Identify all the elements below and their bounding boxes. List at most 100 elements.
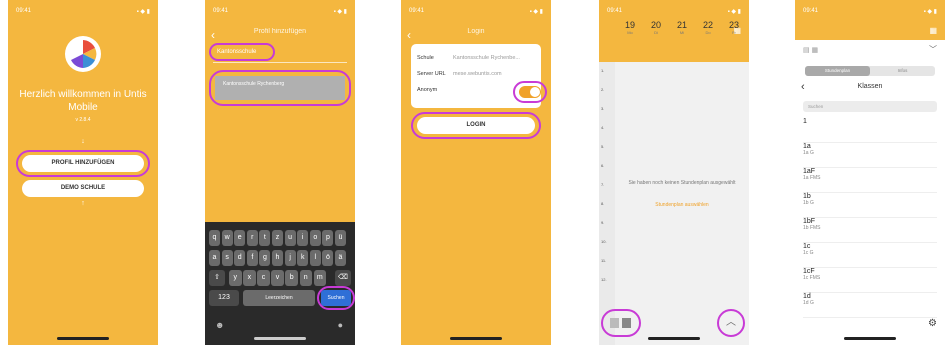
gear-icon[interactable]: ⚙ [928, 318, 937, 329]
space-key[interactable]: Leerzeichen [243, 290, 315, 306]
welcome-title: Herzlich willkommen in Untis Mobile [19, 89, 147, 113]
highlight-ring [717, 309, 745, 337]
untis-logo-icon [65, 36, 101, 72]
list-item[interactable]: 1 [803, 118, 937, 143]
keyboard-key[interactable]: e [234, 230, 246, 246]
keyboard-key[interactable]: f [246, 250, 258, 266]
hour-slot-label: 8. [601, 201, 605, 206]
home-indicator [254, 337, 306, 340]
list-item[interactable]: 1bF 1b FMS [803, 218, 937, 243]
segment-infos[interactable]: Infos [870, 66, 935, 76]
keyboard-key[interactable]: ü [335, 230, 346, 246]
highlight-ring [411, 112, 541, 139]
school-value: Kantonsschule Rychenbe... [453, 55, 520, 61]
list-item[interactable]: 1d 1d G [803, 293, 937, 318]
keyboard-key[interactable]: y [229, 270, 242, 286]
keyboard-key[interactable]: u [284, 230, 296, 246]
status-time: 09:41 [607, 8, 623, 14]
class-search-input[interactable]: Suchen [803, 101, 937, 112]
status-icons: ▪ ◆ ▮ [136, 9, 150, 15]
highlight-ring [601, 309, 641, 337]
keyboard-key[interactable]: r [246, 230, 258, 246]
empty-timetable-message: Sie haben noch keinen Stundenplan ausgew… [628, 180, 736, 186]
select-timetable-link[interactable]: Stundenplan auswählen [619, 202, 745, 208]
keyboard-key[interactable]: w [221, 230, 233, 246]
day-number: 23 [728, 20, 739, 30]
keyboard-key[interactable]: v [271, 270, 284, 286]
keyboard-key[interactable]: ö [322, 250, 334, 266]
home-indicator [57, 337, 109, 340]
list-item[interactable]: 1b 1b G [803, 193, 937, 218]
home-indicator [844, 337, 896, 340]
demo-school-button[interactable]: DEMO SCHULE [22, 180, 144, 197]
anonym-label: Anonym [417, 87, 438, 93]
list-item[interactable]: 1a 1a G [803, 143, 937, 168]
keyboard-key[interactable]: z [272, 230, 283, 246]
segment-timetable[interactable]: Stundenplan [805, 66, 870, 76]
list-item[interactable]: 1c 1c G [803, 243, 937, 268]
day-column-header[interactable]: 20 Di [645, 20, 667, 35]
server-value: mese.webuntis.com [453, 71, 502, 77]
keyboard-key[interactable]: k [297, 250, 309, 266]
numbers-key[interactable]: 123 [209, 290, 239, 306]
keyboard-key[interactable]: c [257, 270, 270, 286]
microphone-icon[interactable]: ● [338, 320, 343, 330]
chevron-down-icon[interactable]: ﹀ [929, 44, 937, 55]
keyboard-key[interactable]: h [272, 250, 283, 266]
shift-key-icon[interactable]: ⇧ [209, 270, 225, 286]
hour-slot-label: 9. [601, 220, 605, 225]
status-time: 09:41 [16, 8, 32, 14]
keyboard-key[interactable]: a [209, 250, 220, 266]
keyboard-key[interactable]: g [259, 250, 271, 266]
back-chevron-icon[interactable]: ‹ [407, 28, 411, 42]
back-chevron-icon[interactable]: ‹ [211, 28, 215, 42]
hour-slot-label: 11. [601, 258, 607, 263]
class-code: 1b [803, 193, 811, 200]
list-item[interactable]: 1cF 1c FMS [803, 268, 937, 293]
class-list-nav: ‹ Klassen [795, 81, 945, 94]
day-column-header[interactable]: 21 Mi [671, 20, 693, 35]
nav-title: Profil hinzufügen [253, 28, 307, 35]
emoji-icon[interactable]: ☻ [215, 320, 224, 330]
keyboard-key[interactable]: p [322, 230, 334, 246]
keyboard-key[interactable]: x [243, 270, 256, 286]
day-column-header[interactable]: 19 Mo [619, 20, 641, 35]
list-item[interactable]: 1aF 1a FMS [803, 168, 937, 193]
status-bar: 09:41 ▪ ◆ ▮ [213, 8, 347, 18]
calendar-icon[interactable]: ▦ [929, 26, 937, 35]
class-code: 1a [803, 143, 811, 150]
hour-slot-label: 2. [601, 87, 605, 92]
keyboard-key[interactable]: ä [335, 250, 346, 266]
day-column-header[interactable]: 23 Fr [723, 20, 745, 35]
phone-add-profile-screen: 09:41 ▪ ◆ ▮ Profil hinzufügen ‹ Kantonss… [205, 0, 355, 345]
keyboard-row-1: qwertzuiopü [209, 230, 351, 246]
keyboard-key[interactable]: n [299, 270, 312, 286]
status-time: 09:41 [803, 8, 819, 14]
keyboard-key[interactable]: o [309, 230, 321, 246]
keyboard-key[interactable]: t [259, 230, 271, 246]
class-name: 1a G [803, 150, 814, 156]
keyboard-key[interactable]: i [297, 230, 309, 246]
keyboard-key[interactable]: s [221, 250, 233, 266]
status-bar: 09:41 ▪ ◆ ▮ [16, 8, 150, 18]
highlight-ring [513, 81, 547, 103]
grid-icon[interactable]: ▤ ▦ [803, 46, 818, 54]
class-code: 1aF [803, 168, 816, 175]
input-underline [213, 62, 347, 63]
keyboard-key[interactable]: b [285, 270, 298, 286]
backspace-key-icon[interactable]: ⌫ [335, 270, 351, 286]
class-list-title: Klassen [857, 83, 883, 90]
keyboard-key[interactable]: m [313, 270, 327, 286]
keyboard-key[interactable]: l [309, 250, 321, 266]
class-code: 1bF [803, 218, 816, 225]
weekday-label: Di [654, 30, 658, 35]
day-number: 21 [676, 20, 687, 30]
keyboard-key[interactable]: j [284, 250, 296, 266]
nav-title: Login [467, 28, 485, 35]
weekday-label: Mi [679, 30, 685, 35]
keyboard-key[interactable]: q [209, 230, 220, 246]
hour-slot-label: 6. [601, 163, 605, 168]
hour-slot-label: 4. [601, 125, 605, 130]
keyboard-key[interactable]: d [234, 250, 246, 266]
day-column-header[interactable]: 22 Do [697, 20, 719, 35]
